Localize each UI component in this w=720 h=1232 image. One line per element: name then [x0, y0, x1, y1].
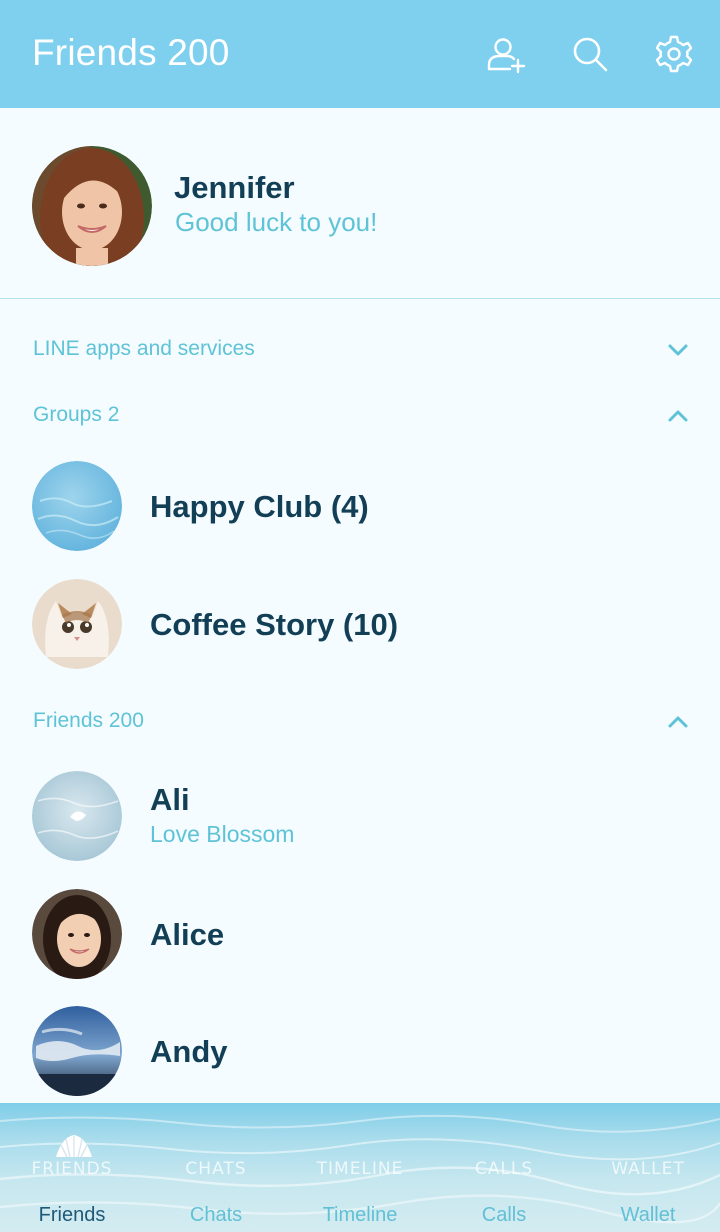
tab-label: Timeline [322, 1204, 398, 1226]
page-title: Friends 200 [32, 32, 230, 73]
chevron-up-icon[interactable] [664, 405, 692, 427]
bottom-tab-bar: FRIENDS Friends CHATS Chats TIMELINE Tim… [0, 1103, 720, 1232]
friends-screen: Friends 200 Jennifer Good luck to you! L… [0, 0, 720, 1232]
tab-label: Chats [189, 1204, 243, 1226]
friend-name: Andy [150, 1034, 228, 1069]
tab-label: Calls [481, 1204, 527, 1226]
profile-status-message: Good luck to you! [175, 207, 378, 237]
chevron-up-icon[interactable] [664, 711, 692, 733]
tab-caps-label: FRIENDS [31, 1159, 113, 1179]
my-profile[interactable]: Jennifer Good luck to you! [0, 108, 720, 299]
section-friends[interactable]: Friends 200 [0, 697, 720, 747]
settings-gear-icon[interactable] [654, 34, 694, 74]
avatar[interactable] [32, 146, 152, 266]
group-row-coffee-story[interactable]: Coffee Story (10) [0, 565, 720, 683]
tab-wallet[interactable]: WALLET Wallet [576, 1103, 720, 1232]
section-label: LINE apps and services [33, 337, 255, 360]
friend-name: Alice [150, 917, 225, 952]
shell-icon [56, 1135, 92, 1158]
profile-name: Jennifer [174, 170, 295, 205]
tab-label: Wallet [620, 1204, 676, 1226]
avatar [32, 889, 122, 979]
group-name: Happy Club (4) [150, 489, 369, 524]
tab-timeline[interactable]: TIMELINE Timeline [288, 1103, 432, 1232]
section-groups[interactable]: Groups 2 [0, 391, 720, 441]
avatar [32, 771, 122, 861]
section-label: Groups 2 [33, 403, 120, 426]
friend-name: Ali [150, 782, 190, 817]
chevron-down-icon[interactable] [664, 339, 692, 361]
group-row-happy-club[interactable]: Happy Club (4) [0, 447, 720, 565]
tab-label: Friends [38, 1204, 106, 1226]
tab-caps-label: CALLS [474, 1159, 534, 1179]
tab-calls[interactable]: CALLS Calls [432, 1103, 576, 1232]
group-avatar [32, 579, 122, 669]
friend-row-alice[interactable]: Alice [0, 875, 720, 993]
group-name: Coffee Story (10) [150, 607, 399, 642]
tab-caps-label: CHATS [185, 1159, 247, 1179]
avatar [32, 1006, 122, 1096]
tab-caps-label: WALLET [611, 1159, 685, 1179]
app-header: Friends 200 [0, 0, 720, 108]
friend-status-message: Love Blossom [150, 821, 295, 847]
tab-chats[interactable]: CHATS Chats [144, 1103, 288, 1232]
friend-row-andy[interactable]: Andy [0, 992, 720, 1110]
search-icon[interactable] [570, 34, 610, 74]
tab-caps-label: TIMELINE [316, 1159, 404, 1179]
tab-friends[interactable]: FRIENDS Friends [0, 1103, 144, 1232]
section-line-apps[interactable]: LINE apps and services [0, 325, 720, 375]
friend-row-ali[interactable]: Ali Love Blossom [0, 757, 720, 875]
add-friend-icon[interactable] [486, 34, 526, 74]
group-avatar [32, 461, 122, 551]
section-label: Friends 200 [33, 709, 144, 732]
